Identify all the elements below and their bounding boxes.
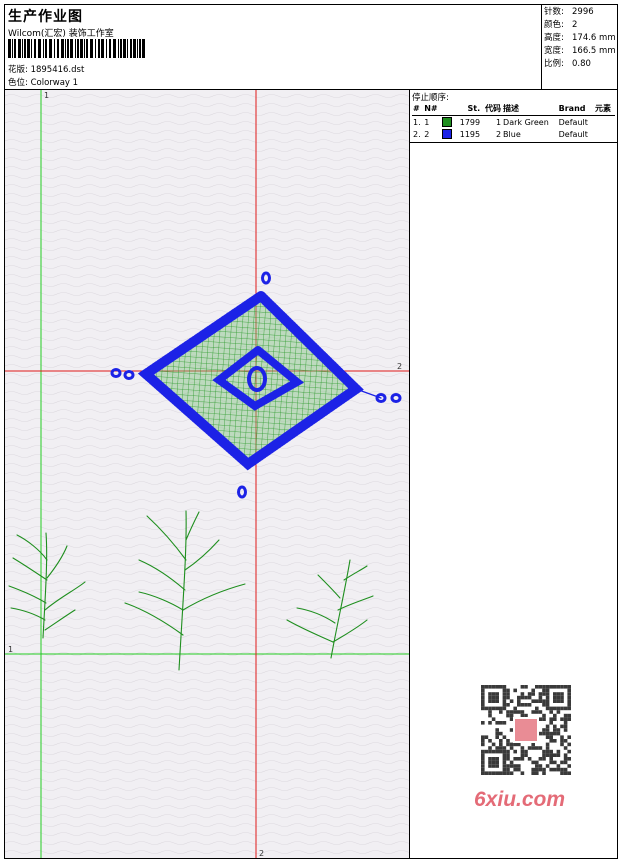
axis-label-red-vertical: 2 (259, 849, 264, 858)
design-label: 花版: (8, 65, 28, 75)
barcode-icon (8, 39, 145, 58)
design-file-name: 1895416.dst (30, 65, 85, 75)
design-stats: 针数: 2996 颜色: 2 高度: 174.6 mm 宽度: 166.5 mm 比例:… (542, 5, 617, 89)
axis-label-green-vertical: 1 (44, 91, 49, 100)
col-needle: N# (423, 102, 442, 116)
qr-code-icon (481, 685, 571, 775)
col-code: 代码 (481, 102, 503, 116)
color-swatch-blue (442, 128, 453, 139)
canvas-texture (5, 90, 409, 858)
colorway-label: 色位: (8, 78, 28, 88)
col-element: 元素 (593, 102, 615, 116)
colorway-value: Colorway 1 (30, 78, 79, 88)
col-stitches: St. (455, 102, 482, 116)
axis-label-green-horizontal: 1 (8, 645, 13, 654)
color-sequence-table: # N# St. 代码 描述 Brand 元素 1. 1 1799 1 Dark… (412, 102, 615, 140)
axis-label-red-horizontal: 2 (397, 362, 402, 371)
table-header-row: # N# St. 代码 描述 Brand 元素 (412, 102, 615, 116)
table-row: 2. 2 1195 2 Blue Default (413, 128, 588, 139)
table-row: 1. 1 1799 1 Dark Green Default (413, 116, 588, 127)
color-swatch-green (442, 116, 453, 127)
col-index: # (412, 102, 424, 116)
stat-height: 高度: 174.6 mm (544, 33, 616, 43)
document-title: 生产作业图 (8, 9, 83, 25)
watermark-text: 6xiu.com (474, 788, 566, 811)
design-file-row: 花版: 1895416.dst (8, 63, 84, 75)
studio-name: Wilcom(汇宏) 装饰工作室 (8, 29, 114, 39)
header-info: 生产作业图 Wilcom(汇宏) 装饰工作室 花版: 1895416.dst 色… (5, 5, 542, 89)
embroidery-canvas: 1 1 2 2 (5, 90, 410, 858)
col-swatch (441, 102, 456, 116)
embroidery-design: 1 1 2 2 (5, 90, 409, 858)
stat-colors: 颜色: 2 (544, 20, 578, 30)
colorway-row: 色位: Colorway 1 (8, 76, 78, 88)
watermark-qr (469, 680, 584, 783)
stat-stitches: 针数: 2996 (544, 7, 594, 17)
col-brand: Brand (557, 102, 594, 116)
panel-divider (410, 142, 617, 143)
stat-width: 宽度: 166.5 mm (544, 46, 616, 56)
stat-scale: 比例: 0.80 (544, 59, 591, 69)
col-description: 描述 (502, 102, 558, 116)
